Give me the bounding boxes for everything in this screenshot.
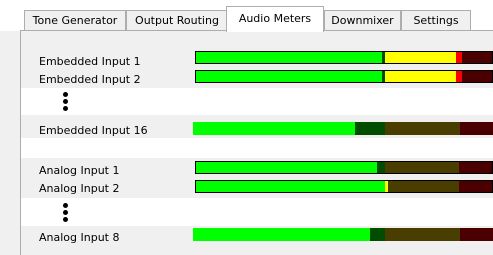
- level-green: [193, 122, 355, 135]
- tab-label: Tone Generator: [32, 14, 118, 27]
- audio-meter-analog-8: [193, 228, 493, 241]
- level-green: [196, 71, 383, 82]
- meter-label-analog-1: Analog Input 1: [39, 164, 120, 177]
- level-empty-red: [462, 71, 492, 82]
- level-yellow: [385, 52, 457, 63]
- audio-meter-embedded-2: [195, 70, 493, 83]
- meter-label-analog-2: Analog Input 2: [39, 182, 120, 195]
- audio-meter-analog-2: [195, 180, 493, 193]
- tab-label: Settings: [413, 14, 459, 27]
- separator-band: [21, 88, 493, 115]
- level-empty-red: [460, 122, 493, 135]
- meter-label-embedded-16: Embedded Input 16: [39, 124, 148, 137]
- tab-label: Audio Meters: [238, 12, 312, 25]
- level-empty-red: [459, 162, 492, 173]
- level-empty-yellow: [385, 228, 460, 241]
- tab-tone-generator[interactable]: Tone Generator: [24, 10, 126, 30]
- level-yellow: [385, 71, 457, 82]
- level-green: [196, 52, 383, 63]
- meter-label-embedded-2: Embedded Input 2: [39, 73, 141, 86]
- level-empty-green: [376, 162, 386, 173]
- audio-meter-embedded-16: [193, 122, 493, 135]
- level-empty-yellow: [388, 181, 460, 192]
- ellipsis-icon: [63, 92, 69, 113]
- level-green: [193, 228, 370, 241]
- level-green: [196, 181, 386, 192]
- tab-output-routing[interactable]: Output Routing: [126, 10, 228, 30]
- audio-meter-embedded-1: [195, 51, 493, 64]
- level-empty-red: [459, 181, 492, 192]
- meter-label-embedded-1: Embedded Input 1: [39, 55, 141, 68]
- level-green: [196, 162, 377, 173]
- tab-label: Downmixer: [331, 14, 394, 27]
- level-empty-green: [370, 228, 385, 241]
- level-empty-yellow: [385, 162, 460, 173]
- tab-label: Output Routing: [135, 14, 219, 27]
- ellipsis-icon: [63, 203, 69, 224]
- separator-band: [21, 138, 493, 158]
- audio-meter-analog-1: [195, 161, 493, 174]
- tab-settings[interactable]: Settings: [401, 10, 471, 30]
- level-empty-yellow: [385, 122, 460, 135]
- tab-downmixer[interactable]: Downmixer: [324, 10, 401, 30]
- meter-label-analog-8: Analog Input 8: [39, 231, 120, 244]
- tab-audio-meters[interactable]: Audio Meters: [226, 6, 324, 32]
- level-empty-red: [460, 228, 493, 241]
- tab-bar: Tone Generator Output Routing Audio Mete…: [0, 0, 493, 32]
- level-empty-green: [355, 122, 385, 135]
- separator-band: [21, 198, 493, 226]
- level-empty-red: [462, 52, 492, 63]
